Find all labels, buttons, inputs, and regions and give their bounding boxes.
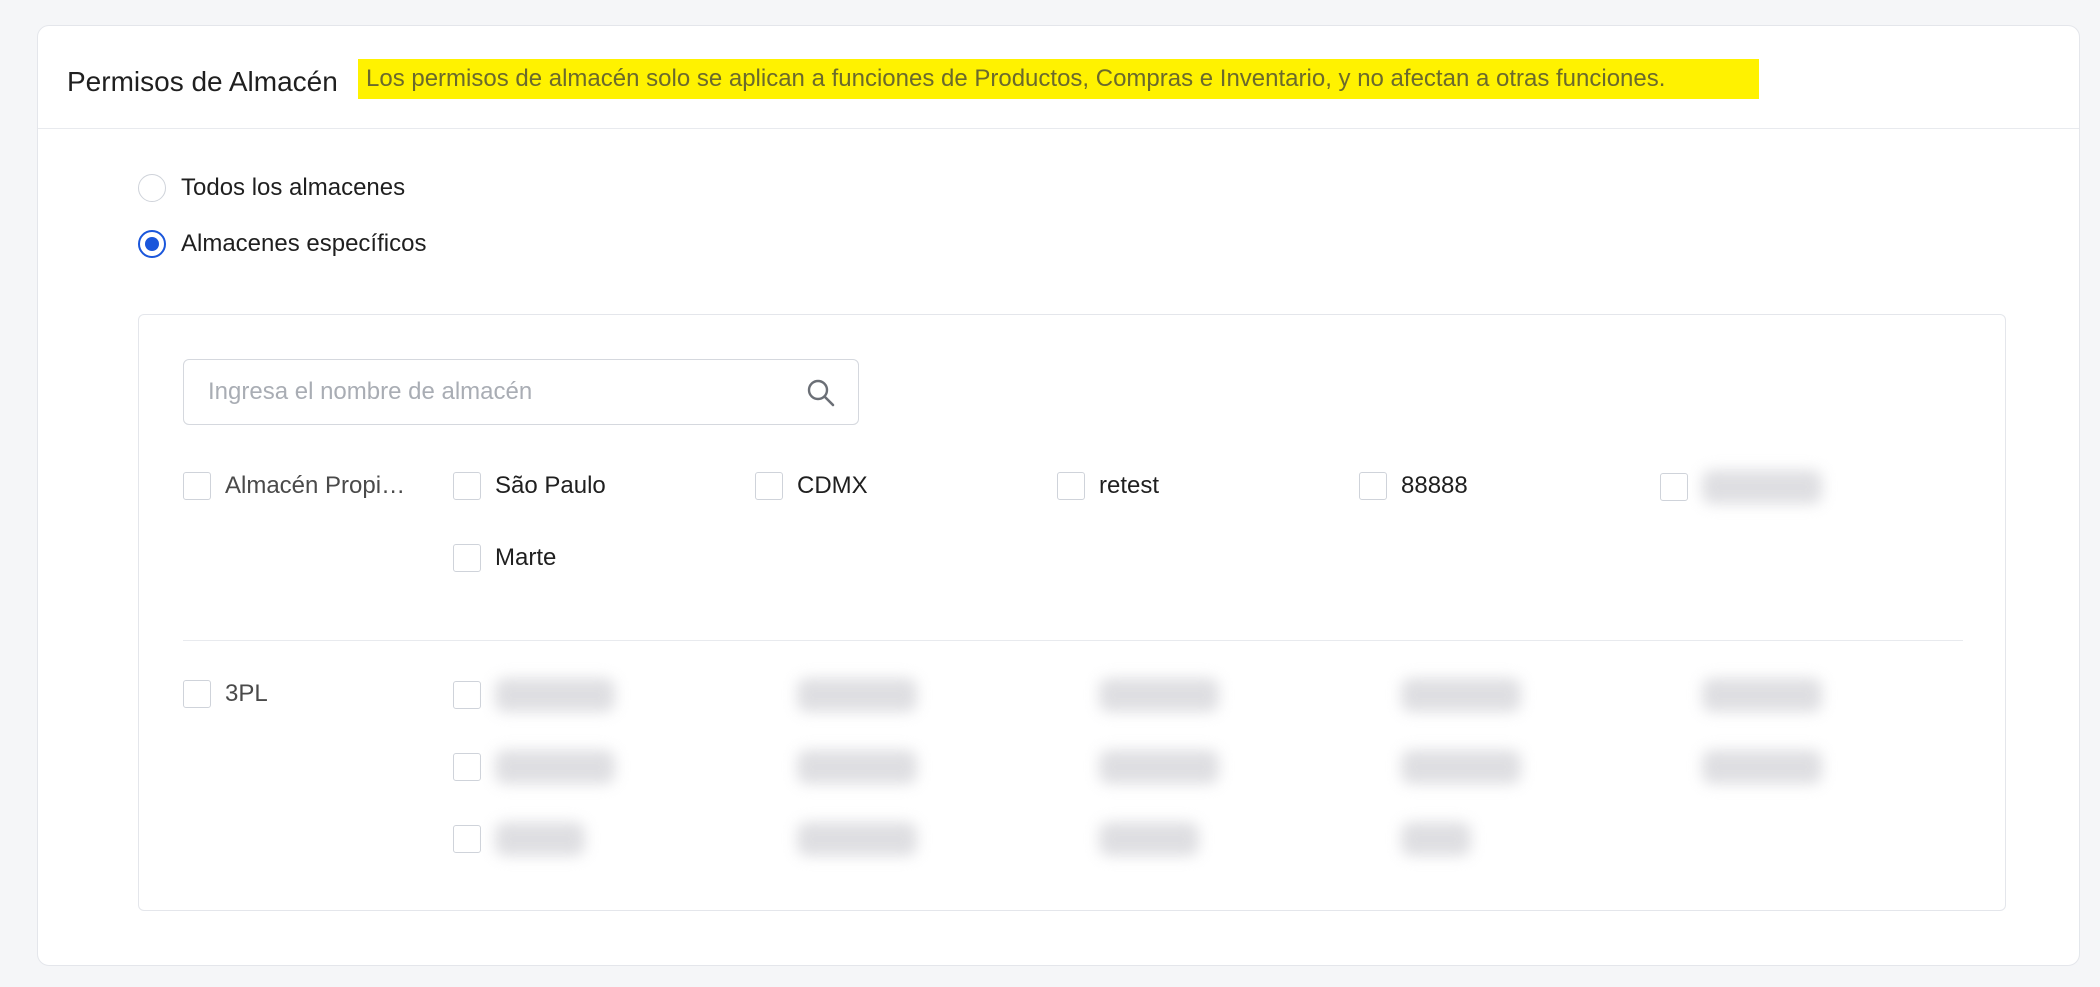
checkbox[interactable] <box>183 680 211 708</box>
notice-banner: Los permisos de almacén solo se aplican … <box>358 59 1759 99</box>
warehouse-checkbox[interactable]: 88888 <box>1359 470 1468 502</box>
warehouse-checkbox-redacted[interactable] <box>755 822 917 856</box>
warehouse-checkbox-redacted[interactable] <box>1057 822 1199 856</box>
redacted-label <box>1401 678 1521 712</box>
card-header: Permisos de Almacén Los permisos de alma… <box>38 26 2079 129</box>
checkbox[interactable] <box>755 472 783 500</box>
group-label: Almacén Propi… <box>225 472 406 499</box>
warehouse-label: São Paulo <box>495 472 606 499</box>
warehouse-search[interactable] <box>183 359 859 425</box>
checkbox[interactable] <box>1359 472 1387 500</box>
group-divider <box>183 640 1963 641</box>
radio-label: Almacenes específicos <box>181 230 427 257</box>
redacted-label <box>797 822 917 856</box>
warehouse-checkbox-redacted[interactable] <box>1057 750 1219 784</box>
redacted-label <box>495 750 615 784</box>
redacted-label <box>495 822 585 856</box>
checkbox[interactable] <box>453 544 481 572</box>
warehouse-checkbox[interactable]: retest <box>1057 470 1159 502</box>
redacted-label <box>1099 750 1219 784</box>
redacted-label <box>1401 822 1471 856</box>
warehouse-checkbox-redacted[interactable] <box>1359 822 1471 856</box>
warehouse-selection-panel: Almacén Propi… São Paulo CDMX retest 888… <box>138 314 2006 911</box>
warehouse-checkbox-redacted[interactable] <box>1359 750 1521 784</box>
radio-button[interactable] <box>138 174 166 202</box>
warehouse-permissions-card: Permisos de Almacén Los permisos de alma… <box>37 25 2080 966</box>
checkbox[interactable] <box>453 681 481 709</box>
warehouse-checkbox[interactable]: CDMX <box>755 470 868 502</box>
warehouse-checkbox-redacted[interactable] <box>755 750 917 784</box>
radio-specific-warehouses[interactable]: Almacenes específicos <box>138 228 426 260</box>
radio-all-warehouses[interactable]: Todos los almacenes <box>138 172 405 204</box>
checkbox[interactable] <box>1660 473 1688 501</box>
search-icon[interactable] <box>806 378 836 408</box>
warehouse-checkbox-redacted[interactable] <box>453 678 615 712</box>
warehouse-checkbox-redacted[interactable] <box>1359 678 1521 712</box>
warehouse-label: CDMX <box>797 472 868 499</box>
warehouse-checkbox[interactable]: Marte <box>453 542 556 574</box>
radio-label: Todos los almacenes <box>181 174 406 201</box>
checkbox[interactable] <box>1057 472 1085 500</box>
redacted-label <box>495 678 615 712</box>
warehouse-label: 88888 <box>1401 472 1468 499</box>
radio-button[interactable] <box>138 230 166 258</box>
redacted-label <box>797 750 917 784</box>
redacted-label <box>1099 678 1219 712</box>
section-title: Permisos de Almacén <box>67 66 338 97</box>
redacted-label <box>1099 822 1199 856</box>
redacted-label <box>1702 678 1822 712</box>
redacted-label <box>797 678 917 712</box>
group-checkbox-own-warehouses[interactable]: Almacén Propi… <box>183 470 405 502</box>
warehouse-checkbox-redacted[interactable] <box>1660 750 1822 784</box>
warehouse-checkbox-redacted[interactable] <box>1660 678 1822 712</box>
group-label: 3PL <box>225 680 268 707</box>
warehouse-checkbox-redacted[interactable] <box>1057 678 1219 712</box>
checkbox[interactable] <box>183 472 211 500</box>
warehouse-label: Marte <box>495 544 557 571</box>
checkbox[interactable] <box>453 472 481 500</box>
checkbox[interactable] <box>453 825 481 853</box>
warehouse-checkbox[interactable]: São Paulo <box>453 470 606 502</box>
redacted-label <box>1702 470 1822 504</box>
checkbox[interactable] <box>453 753 481 781</box>
warehouse-checkbox-redacted[interactable] <box>755 678 917 712</box>
search-input[interactable] <box>206 377 790 407</box>
group-checkbox-3pl[interactable]: 3PL <box>183 678 268 710</box>
warehouse-checkbox-redacted[interactable] <box>453 822 585 856</box>
redacted-label <box>1401 750 1521 784</box>
warehouse-checkbox-redacted[interactable] <box>453 750 615 784</box>
warehouse-checkbox-redacted[interactable] <box>1660 470 1822 504</box>
redacted-label <box>1702 750 1822 784</box>
warehouse-label: retest <box>1099 472 1160 499</box>
